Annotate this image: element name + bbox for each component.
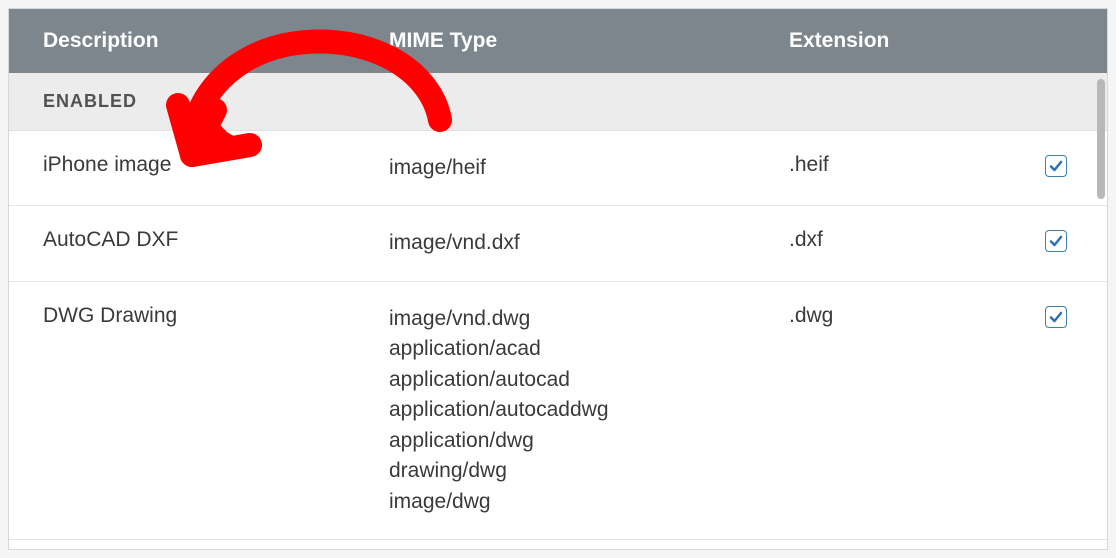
row-extension: .heif	[769, 153, 1029, 177]
header-description: Description	[9, 29, 369, 53]
table-row: AutoCAD DXF image/vnd.dxf .dxf	[9, 206, 1107, 281]
row-mime: image/vnd.dwg application/acad applicati…	[369, 304, 769, 517]
checkmark-icon	[1048, 233, 1064, 249]
checkmark-icon	[1048, 309, 1064, 325]
row-mime: image/heif	[369, 153, 769, 183]
table-row: DWG Drawing image/vnd.dwg application/ac…	[9, 282, 1107, 540]
row-checkbox-col	[1029, 228, 1107, 252]
mime-types-table: Description MIME Type Extension ENABLED …	[8, 8, 1108, 550]
row-checkbox-col	[1029, 153, 1107, 177]
table-header: Description MIME Type Extension	[9, 9, 1107, 73]
row-mime: image/vnd.dxf	[369, 228, 769, 258]
row-description: iPhone image	[9, 153, 369, 177]
scrollbar[interactable]	[1097, 79, 1105, 199]
header-mime: MIME Type	[369, 29, 769, 53]
row-checkbox-col	[1029, 304, 1107, 328]
row-description: DWG Drawing	[9, 304, 369, 328]
enable-checkbox[interactable]	[1045, 230, 1067, 252]
enable-checkbox[interactable]	[1045, 155, 1067, 177]
header-extension: Extension	[769, 29, 1029, 53]
row-extension: .dxf	[769, 228, 1029, 252]
table-row: iPhone image image/heif .heif	[9, 131, 1107, 206]
checkmark-icon	[1048, 158, 1064, 174]
row-extension: .dwg	[769, 304, 1029, 328]
row-description: AutoCAD DXF	[9, 228, 369, 252]
enabled-section-label: ENABLED	[9, 73, 1107, 131]
enable-checkbox[interactable]	[1045, 306, 1067, 328]
